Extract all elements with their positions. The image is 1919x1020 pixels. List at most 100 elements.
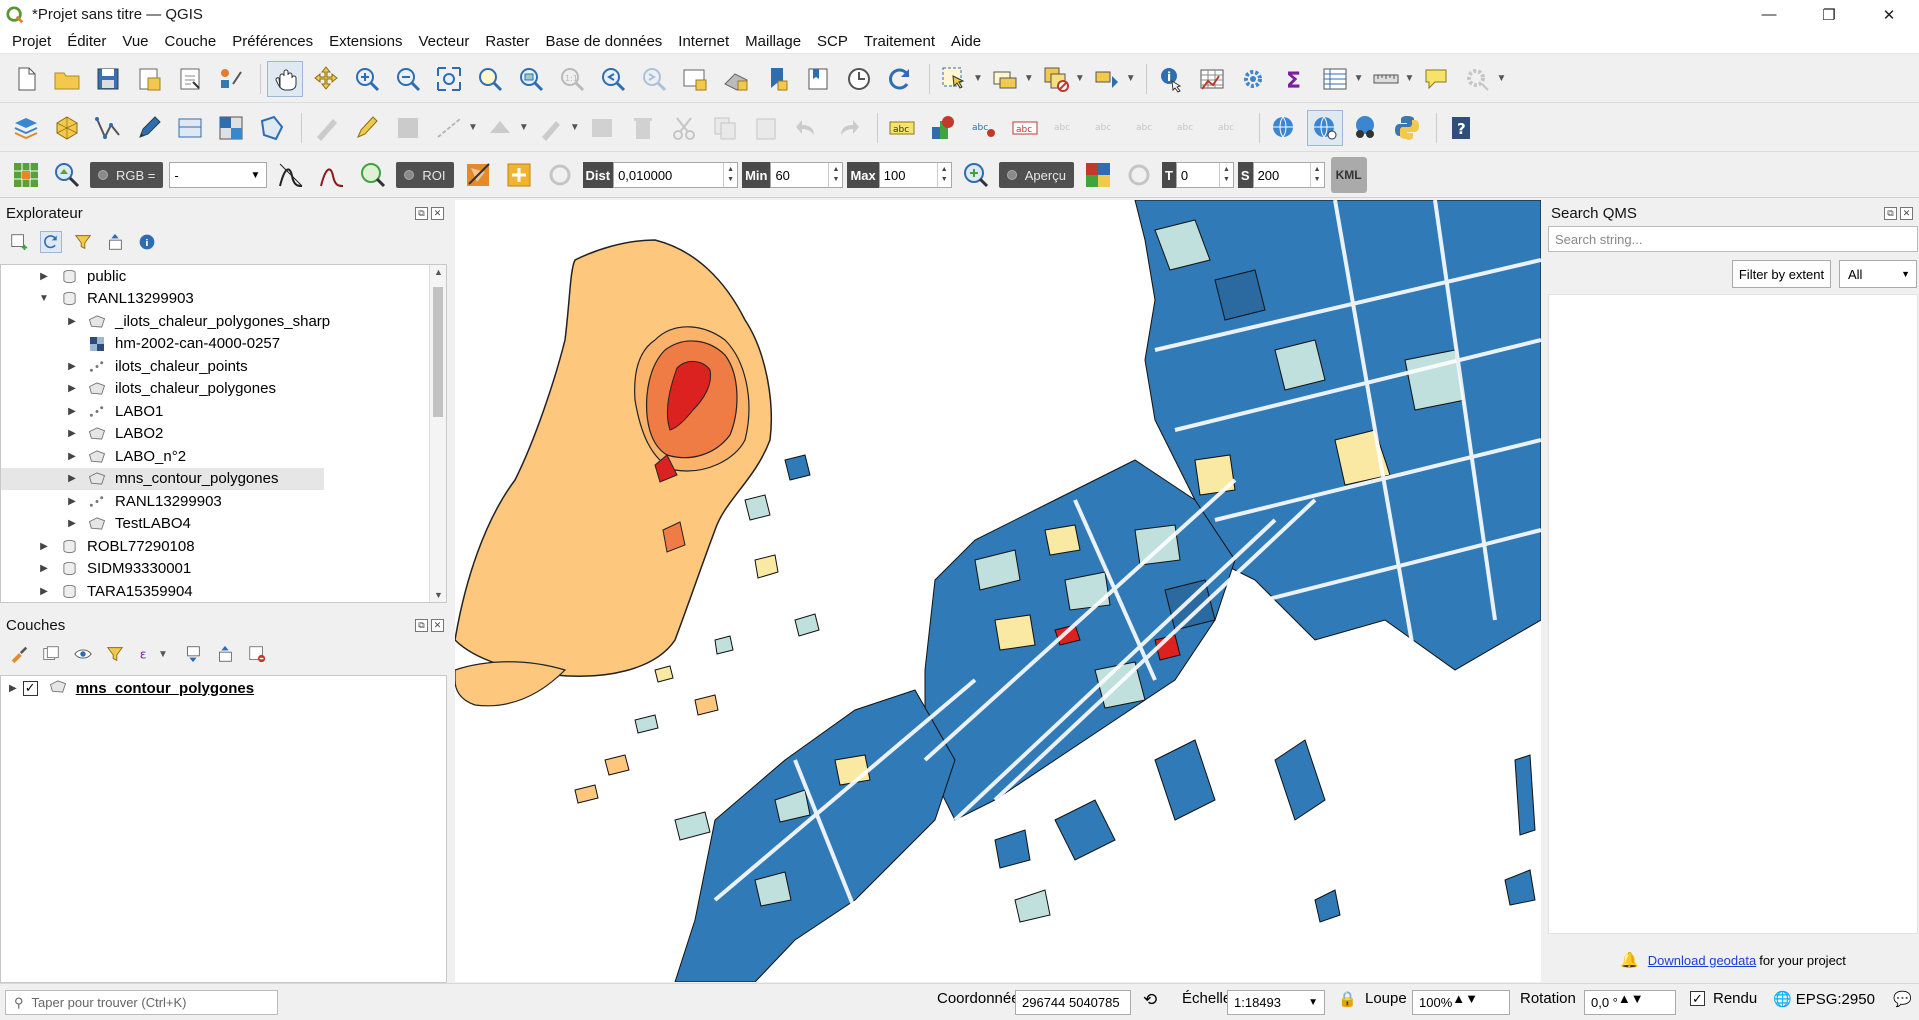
chevron-down-icon[interactable]: ▼ <box>37 293 51 304</box>
explorer-scrollbar[interactable]: ▲ ▼ <box>429 265 446 602</box>
menu-maillage[interactable]: Maillage <box>737 33 809 50</box>
zoom-to-input-image-icon[interactable] <box>49 157 85 193</box>
t-spinbox[interactable]: 0 ▲ ▼ <box>1175 162 1234 188</box>
zoom-to-selection-icon[interactable] <box>472 61 508 97</box>
tree-item-labo2[interactable]: ▶ LABO2 <box>1 423 446 446</box>
chevron-right-icon[interactable]: ▶ <box>37 586 51 597</box>
zoom-next-icon[interactable] <box>636 61 672 97</box>
tree-item-labo-n2[interactable]: ▶ LABO_n°2 <box>1 445 446 468</box>
tree-item-ilots-polygones[interactable]: ▶ ilots_chaleur_polygones <box>1 378 446 401</box>
chevron-right-icon[interactable]: ▶ <box>65 361 79 372</box>
maximize-button[interactable]: ❐ <box>1799 0 1859 29</box>
zoom-to-roi-icon[interactable] <box>355 157 391 193</box>
help-icon[interactable]: ? <box>1443 110 1479 146</box>
rotation-spinbox[interactable]: 0,0 ° ▲▼ <box>1584 990 1676 1015</box>
refresh-icon[interactable] <box>882 61 918 97</box>
zoom-in-icon[interactable] <box>349 61 385 97</box>
toggle-extents-icon[interactable]: ⟲ <box>1143 990 1157 1010</box>
undo-icon[interactable] <box>789 110 825 146</box>
open-attribute-table-icon[interactable] <box>1194 61 1230 97</box>
close-button[interactable]: ✕ <box>1859 0 1919 29</box>
settings-gear-icon[interactable] <box>1459 61 1495 97</box>
add-roi-icon[interactable] <box>501 157 537 193</box>
show-bookmarks-icon[interactable] <box>800 61 836 97</box>
menu-base-de-donnees[interactable]: Base de données <box>538 33 671 50</box>
current-edits-icon[interactable] <box>308 110 344 146</box>
qms-results-list[interactable] <box>1548 294 1918 934</box>
select-by-value-icon[interactable] <box>987 61 1023 97</box>
filter-browser-icon[interactable] <box>72 231 94 253</box>
float-panel-button[interactable]: ⧉ <box>1884 206 1897 220</box>
crs-globe-icon[interactable]: 🌐 <box>1773 990 1792 1008</box>
add-polygon-layer-icon[interactable] <box>254 110 290 146</box>
layout-manager-icon[interactable] <box>172 61 208 97</box>
chevron-right-icon[interactable]: ▶ <box>9 683 17 694</box>
local-cumulative-stretch-icon[interactable] <box>273 157 309 193</box>
tree-item-hm-2002[interactable]: hm-2002-can-4000-0257 <box>1 333 446 356</box>
close-panel-button[interactable]: ✕ <box>431 206 444 220</box>
open-project-icon[interactable] <box>49 61 85 97</box>
apercu-toggle[interactable]: Aperçu <box>998 162 1074 188</box>
menu-couche[interactable]: Couche <box>157 33 225 50</box>
manage-visibility-icon[interactable] <box>72 643 94 665</box>
qms-filter-select[interactable]: All ▼ <box>1839 260 1917 288</box>
map-tips-icon[interactable] <box>1418 61 1454 97</box>
add-raster-icon[interactable] <box>213 110 249 146</box>
remove-layer-icon[interactable] <box>246 643 268 665</box>
max-spinbox[interactable]: 100 ▲ ▼ <box>878 162 952 188</box>
chevron-right-icon[interactable]: ▶ <box>65 451 79 462</box>
web-map-search-icon[interactable] <box>1306 109 1343 146</box>
add-line-feature-icon[interactable] <box>431 110 467 146</box>
tree-item-labo1[interactable]: ▶ LABO1 <box>1 400 446 423</box>
new-project-icon[interactable] <box>8 61 44 97</box>
pan-map-icon[interactable] <box>267 60 303 97</box>
chevron-right-icon[interactable]: ▶ <box>65 383 79 394</box>
float-panel-button[interactable]: ⧉ <box>415 206 428 220</box>
measure-line-icon[interactable] <box>1368 61 1404 97</box>
locator-search[interactable]: ⚲ Taper pour trouver (Ctrl+K) <box>5 990 278 1015</box>
menu-editer[interactable]: Éditer <box>59 33 114 50</box>
chevron-right-icon[interactable]: ▶ <box>65 406 79 417</box>
zoom-to-layer-icon[interactable] <box>513 61 549 97</box>
save-edits-icon[interactable] <box>390 110 426 146</box>
collapse-all-icon[interactable] <box>214 643 236 665</box>
new-map-view-icon[interactable] <box>677 61 713 97</box>
zoom-out-icon[interactable] <box>390 61 426 97</box>
roi-toggle[interactable]: ROI <box>396 162 454 188</box>
filter-by-expression-icon[interactable]: ε <box>136 643 158 665</box>
layer-visibility-checkbox[interactable]: ✓ <box>22 680 38 696</box>
rgb-toggle[interactable]: RGB = <box>90 162 164 188</box>
dist-spinbox[interactable]: 0,010000 ▲ ▼ <box>613 162 739 188</box>
chevron-right-icon[interactable]: ▶ <box>37 271 51 282</box>
tree-item-ilots-sharp[interactable]: ▶ _ilots_chaleur_polygones_sharp <box>1 310 446 333</box>
chevron-right-icon[interactable]: ▶ <box>65 518 79 529</box>
zoom-to-preview-icon[interactable] <box>958 157 994 193</box>
tree-item-sidm93330001[interactable]: ▶ SIDM93330001 <box>1 558 446 581</box>
tree-item-ranl13299903[interactable]: ▼ RANL13299903 <box>1 288 446 311</box>
refresh-browser-icon[interactable] <box>40 231 62 253</box>
menu-vue[interactable]: Vue <box>114 33 156 50</box>
diagram-properties-icon[interactable] <box>925 110 961 146</box>
tree-item-ilots-points[interactable]: ▶ ilots_chaleur_points <box>1 355 446 378</box>
deselect-features-icon[interactable] <box>1038 61 1074 97</box>
collapse-all-icon[interactable] <box>104 231 126 253</box>
redo-preview-icon[interactable] <box>1121 157 1157 193</box>
zoom-full-icon[interactable] <box>431 61 467 97</box>
rgb-combo[interactable]: - ▼ <box>169 162 268 188</box>
new-print-layout-icon[interactable] <box>131 61 167 97</box>
coordinate-field[interactable]: 296744 5040785 <box>1015 990 1131 1015</box>
create-roi-polygon-icon[interactable] <box>460 157 496 193</box>
chevron-right-icon[interactable]: ▶ <box>65 316 79 327</box>
cut-features-icon[interactable] <box>666 110 702 146</box>
menu-internet[interactable]: Internet <box>670 33 737 50</box>
classification-preview-icon[interactable] <box>1080 157 1116 193</box>
s-spinbox[interactable]: 200 ▲ ▼ <box>1252 162 1325 188</box>
tree-item-testlabo4[interactable]: ▶ TestLABO4 <box>1 513 446 536</box>
expand-all-icon[interactable] <box>182 643 204 665</box>
menu-aide[interactable]: Aide <box>943 33 989 50</box>
redo-roi-icon[interactable] <box>542 157 578 193</box>
redo-icon[interactable] <box>830 110 866 146</box>
map-canvas[interactable] <box>455 200 1541 982</box>
statistical-summary-icon[interactable]: Σ <box>1276 61 1312 97</box>
qms-search-input[interactable]: Search string... <box>1548 226 1918 252</box>
